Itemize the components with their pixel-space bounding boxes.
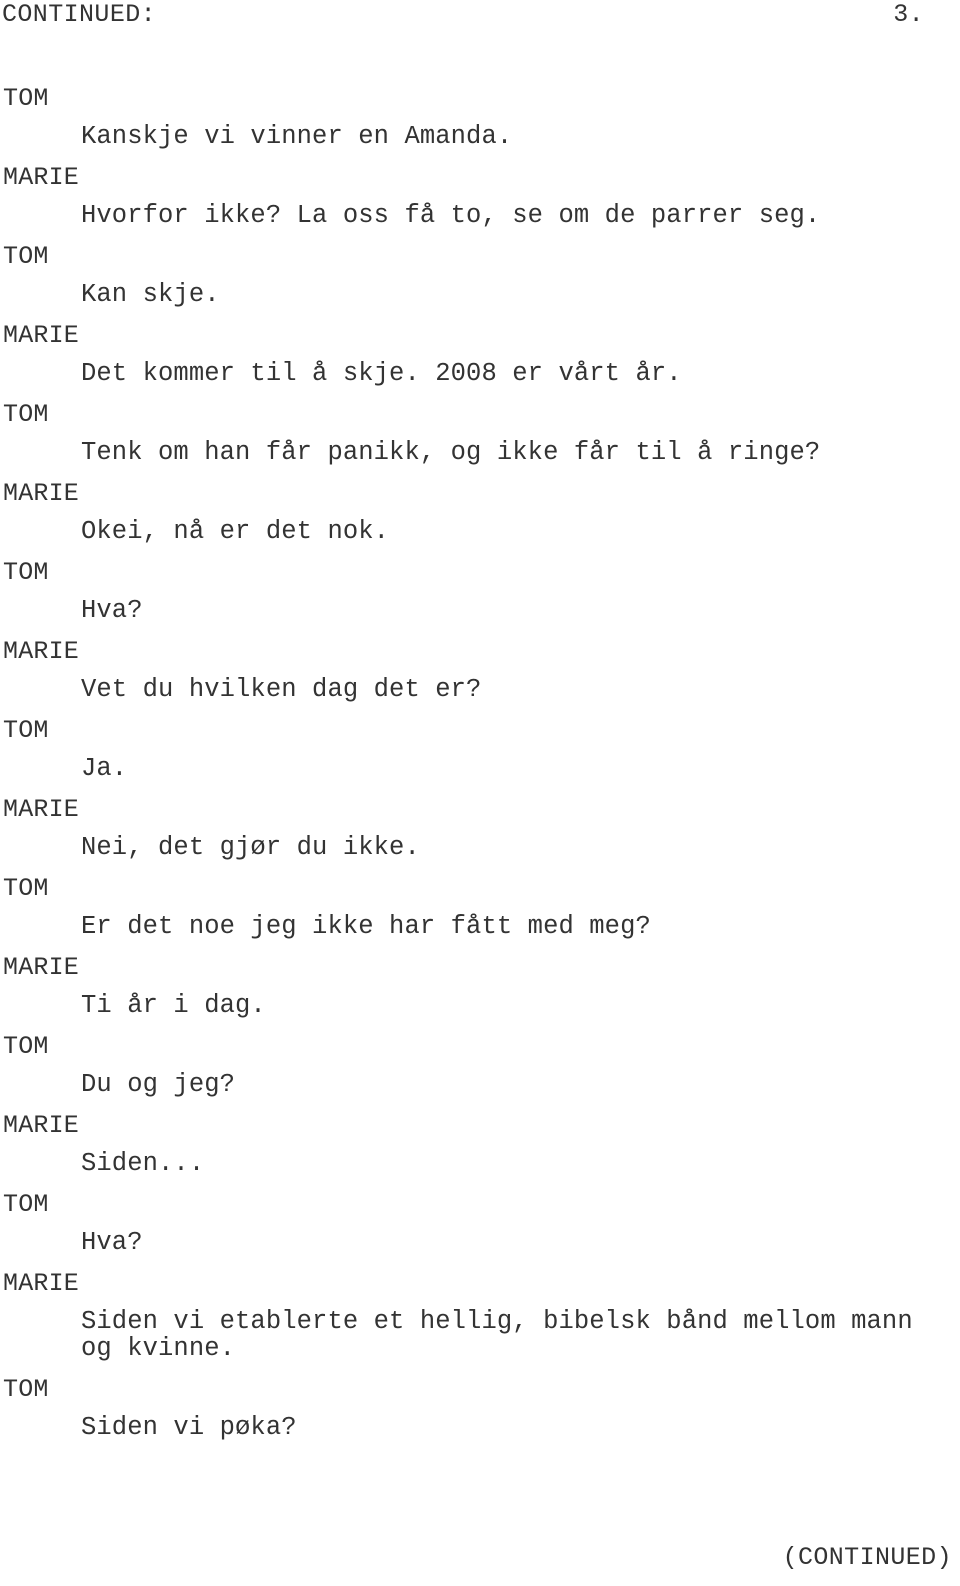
dialogue-block: MARIE Hvorfor ikke? La oss få to, se om d… [0, 164, 960, 229]
page-footer: (CONTINUED) [0, 1543, 960, 1579]
dialogue-line: Siden vi pøka? [81, 1413, 297, 1442]
dialogue-block: MARIE Det kommer til å skje. 2008 er vårt… [0, 322, 960, 387]
character-name: TOM [3, 558, 49, 587]
character-name: TOM [3, 1190, 49, 1219]
dialogue-block: TOM Kan skje. [0, 243, 960, 308]
continued-header-label: CONTINUED: [2, 0, 157, 29]
dialogue-block: MARIE Okei, nå er det nok. [0, 480, 960, 545]
character-name: TOM [3, 242, 49, 271]
character-name: TOM [3, 400, 49, 429]
dialogue-block: MARIE Vet du hvilken dag det er? [0, 638, 960, 703]
character-name: TOM [3, 1032, 49, 1061]
character-name: MARIE [3, 637, 80, 666]
dialogue-line: Hvorfor ikke? La oss få to, se om de par… [81, 201, 821, 230]
dialogue-line: Hva? [81, 596, 143, 625]
dialogue-block: TOM Er det noe jeg ikke har fått med meg? [0, 875, 960, 940]
character-name: MARIE [3, 163, 80, 192]
dialogue-block: MARIE Ti år i dag. [0, 954, 960, 1019]
dialogue-line: Ja. [81, 754, 128, 783]
dialogue-line: Okei, nå er det nok. [81, 517, 390, 546]
character-name: MARIE [3, 321, 80, 350]
dialogue-block: TOM Du og jeg? [0, 1033, 960, 1098]
page-header: CONTINUED: 3. [0, 0, 960, 40]
dialogue-block: TOM Siden vi pøka? [0, 1376, 960, 1441]
dialogue-block: TOM Ja. [0, 717, 960, 782]
dialogue-block: TOM Tenk om han får panikk, og ikke får t… [0, 401, 960, 466]
character-name: MARIE [3, 1269, 80, 1298]
dialogue-line: Vet du hvilken dag det er? [81, 675, 482, 704]
character-name: MARIE [3, 795, 80, 824]
screenplay-page: CONTINUED: 3. TOM Kanskje vi vinner en Am… [0, 0, 960, 1586]
dialogue-block: MARIE Nei, det gjør du ikke. [0, 796, 960, 861]
dialogue-block: TOM Kanskje vi vinner en Amanda. [0, 85, 960, 150]
dialogue-line: Kan skje. [81, 280, 220, 309]
character-name: MARIE [3, 953, 80, 982]
character-name: TOM [3, 84, 49, 113]
dialogue-block: TOM Hva? [0, 1191, 960, 1256]
dialogue-block: MARIE Siden... [0, 1112, 960, 1177]
dialogue-line: Siden... [81, 1149, 205, 1178]
dialogue-line: Tenk om han får panikk, og ikke får til … [81, 438, 821, 467]
dialogue-line: Kanskje vi vinner en Amanda. [81, 122, 513, 151]
dialogue-block: MARIE Siden vi etablerte et hellig, bibel… [0, 1270, 960, 1362]
dialogue-line: Er det noe jeg ikke har fått med meg? [81, 912, 651, 941]
dialogue-line: Siden vi etablerte et hellig, bibelsk bå… [81, 1307, 929, 1363]
character-name: MARIE [3, 479, 80, 508]
dialogue-block: TOM Hva? [0, 559, 960, 624]
character-name: TOM [3, 716, 49, 745]
character-name: TOM [3, 1375, 49, 1404]
dialogue-line: Du og jeg? [81, 1070, 236, 1099]
dialogue-line: Nei, det gjør du ikke. [81, 833, 420, 862]
page-number: 3. [893, 0, 924, 29]
dialogue-line: Ti år i dag. [81, 991, 266, 1020]
dialogue-line: Hva? [81, 1228, 143, 1257]
dialogue-line: Det kommer til å skje. 2008 er vårt år. [81, 359, 682, 388]
character-name: TOM [3, 874, 49, 903]
dialogue-block-list: TOM Kanskje vi vinner en Amanda. MARIE Hvor… [0, 85, 960, 1455]
continued-footer-label: (CONTINUED) [782, 1543, 952, 1572]
character-name: MARIE [3, 1111, 80, 1140]
